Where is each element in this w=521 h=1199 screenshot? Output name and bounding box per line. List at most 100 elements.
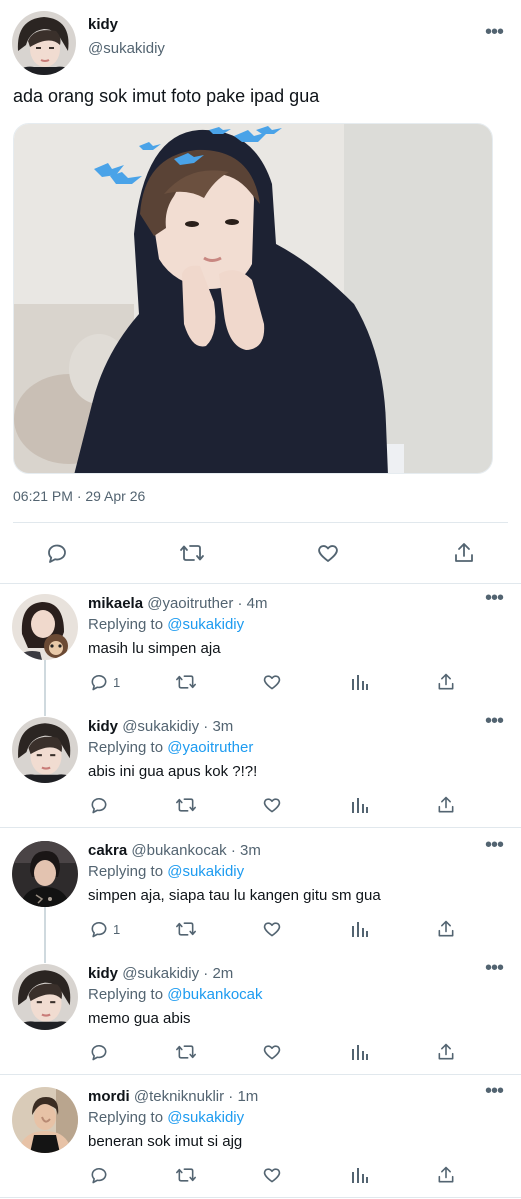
reply-handle[interactable]: @sukakidiy <box>122 718 199 735</box>
reply-avatar[interactable] <box>12 717 78 783</box>
avatar-image <box>12 964 78 1030</box>
replying-to-label: Replying to <box>88 1109 168 1126</box>
analytics-icon[interactable] <box>350 1165 370 1185</box>
reply-handle[interactable]: @tekniknuklir <box>134 1088 224 1105</box>
replying-to: Replying to @sukakidiy <box>88 863 244 880</box>
retweet-icon[interactable] <box>175 672 197 692</box>
tweet-timestamp[interactable]: 06:21 PM · 29 Apr 26 <box>13 488 145 504</box>
reply-time[interactable]: · 3m <box>231 842 261 859</box>
reply-text: abis ini gua apus kok ?!?! <box>88 763 258 780</box>
photo-image <box>14 124 492 473</box>
reply-display-name[interactable]: cakra <box>88 842 127 859</box>
reply-time[interactable]: · 4m <box>238 595 268 612</box>
comment-icon[interactable] <box>45 541 69 565</box>
analytics-icon[interactable] <box>350 795 370 815</box>
more-icon[interactable]: ••• <box>485 711 504 731</box>
reply-avatar[interactable] <box>12 1087 78 1153</box>
more-icon[interactable]: ••• <box>485 588 504 608</box>
avatar-image <box>12 717 78 783</box>
retweet-icon[interactable] <box>175 919 197 939</box>
share-icon[interactable] <box>452 541 476 565</box>
reply-header: mordi @tekniknuklir · 1m <box>88 1088 258 1105</box>
comment-icon[interactable] <box>89 795 109 815</box>
more-icon[interactable]: ••• <box>485 835 504 855</box>
reply-tweet[interactable]: kidy @sukakidiy · 2m ••• Replying to @bu… <box>0 954 521 1077</box>
reply-count: 1 <box>113 921 121 937</box>
reply-header: mikaela @yaoitruther · 4m <box>88 595 268 612</box>
reply-display-name[interactable]: kidy <box>88 965 118 982</box>
replying-to-link[interactable]: @sukakidiy <box>167 863 244 880</box>
heart-icon[interactable] <box>262 919 282 939</box>
replying-to-label: Replying to <box>88 616 168 633</box>
comment-icon[interactable] <box>89 1042 109 1062</box>
heart-icon[interactable] <box>316 541 340 565</box>
replying-to: Replying to @yaoitruther <box>88 739 253 756</box>
main-avatar[interactable] <box>12 11 76 75</box>
reply-avatar[interactable] <box>12 841 78 907</box>
comment-icon[interactable] <box>89 1165 109 1185</box>
heart-icon[interactable] <box>262 672 282 692</box>
replying-to-link[interactable]: @sukakidiy <box>167 1109 244 1126</box>
reply-avatar[interactable] <box>12 594 78 660</box>
comment-icon[interactable]: 1 <box>89 672 120 692</box>
comment-icon[interactable]: 1 <box>89 919 120 939</box>
reply-time[interactable]: · 1m <box>228 1088 258 1105</box>
main-handle[interactable]: @sukakidiy <box>88 40 165 57</box>
reply-count: 1 <box>113 674 121 690</box>
share-icon[interactable] <box>436 795 456 815</box>
reply-time[interactable]: · 2m <box>203 965 233 982</box>
reply-display-name[interactable]: mordi <box>88 1088 130 1105</box>
more-icon[interactable]: ••• <box>485 1081 504 1101</box>
replying-to-link[interactable]: @yaoitruther <box>167 739 253 756</box>
reply-text: beneran sok imut si ajg <box>88 1133 243 1150</box>
avatar-image <box>12 841 78 907</box>
share-icon[interactable] <box>436 1165 456 1185</box>
divider <box>13 522 508 523</box>
retweet-icon[interactable] <box>175 795 197 815</box>
retweet-icon[interactable] <box>175 1165 197 1185</box>
heart-icon[interactable] <box>262 1165 282 1185</box>
reply-handle[interactable]: @bukankocak <box>131 842 226 859</box>
analytics-icon[interactable] <box>350 1042 370 1062</box>
reply-handle[interactable]: @sukakidiy <box>122 965 199 982</box>
reply-display-name[interactable]: mikaela <box>88 595 143 612</box>
main-display-name[interactable]: kidy <box>88 16 118 33</box>
reply-tweet[interactable]: cakra @bukankocak · 3m ••• Replying to @… <box>0 831 521 954</box>
share-icon[interactable] <box>436 1042 456 1062</box>
share-icon[interactable] <box>436 919 456 939</box>
reply-avatar[interactable] <box>12 964 78 1030</box>
replying-to-link[interactable]: @bukankocak <box>167 986 262 1003</box>
avatar-image <box>12 594 78 660</box>
reply-header: cakra @bukankocak · 3m <box>88 842 261 859</box>
heart-icon[interactable] <box>262 795 282 815</box>
replying-to-link[interactable]: @sukakidiy <box>167 616 244 633</box>
reply-handle[interactable]: @yaoitruther <box>147 595 233 612</box>
replying-to: Replying to @bukankocak <box>88 986 263 1003</box>
retweet-icon[interactable] <box>175 1042 197 1062</box>
reply-time[interactable]: · 3m <box>203 718 233 735</box>
reply-header: kidy @sukakidiy · 3m <box>88 718 233 735</box>
divider <box>0 1197 521 1198</box>
tweet-actions <box>0 534 521 574</box>
retweet-icon[interactable] <box>179 541 205 565</box>
reply-tweet[interactable]: mordi @tekniknuklir · 1m ••• Replying to… <box>0 1077 521 1199</box>
share-icon[interactable] <box>436 672 456 692</box>
reply-text: masih lu simpen aja <box>88 640 221 657</box>
tweet-photo[interactable] <box>13 123 493 474</box>
reply-text: memo gua abis <box>88 1010 191 1027</box>
replying-to-label: Replying to <box>88 863 168 880</box>
more-icon[interactable]: ••• <box>485 958 504 978</box>
replying-to-label: Replying to <box>88 986 168 1003</box>
divider <box>0 1074 521 1075</box>
reply-display-name[interactable]: kidy <box>88 718 118 735</box>
reply-tweet[interactable]: kidy @sukakidiy · 3m ••• Replying to @ya… <box>0 707 521 830</box>
analytics-icon[interactable] <box>350 672 370 692</box>
replying-to-label: Replying to <box>88 739 168 756</box>
reply-text: simpen aja, siapa tau lu kangen gitu sm … <box>88 887 381 904</box>
divider <box>0 827 521 828</box>
analytics-icon[interactable] <box>350 919 370 939</box>
avatar-image <box>12 1087 78 1153</box>
reply-tweet[interactable]: mikaela @yaoitruther · 4m ••• Replying t… <box>0 584 521 707</box>
heart-icon[interactable] <box>262 1042 282 1062</box>
more-icon[interactable]: ••• <box>485 22 504 42</box>
